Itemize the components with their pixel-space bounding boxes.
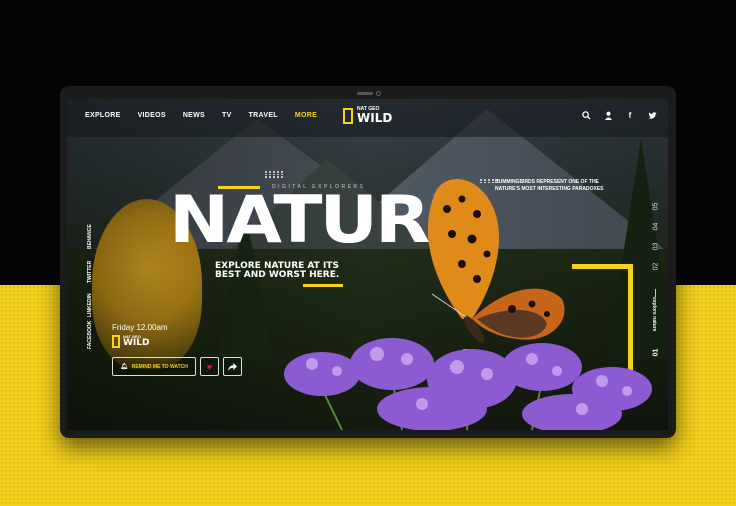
slide-number-active[interactable]: 01 xyxy=(653,347,660,359)
accent-frame-top xyxy=(572,264,633,269)
tagline-underline xyxy=(303,284,343,287)
webcam-icon xyxy=(376,91,381,96)
remind-me-label: REMIND ME TO WATCH xyxy=(131,363,188,370)
social-link-twitter[interactable]: TWITTER xyxy=(87,261,93,283)
nav-link-tv[interactable]: TV xyxy=(222,112,232,119)
logo-wordmark: NAT GEO WILD xyxy=(357,107,393,125)
webcam-bar xyxy=(357,92,373,95)
heart-icon: ♥ xyxy=(206,361,213,372)
social-link-facebook[interactable]: FACEBOOK xyxy=(87,321,93,349)
website-screen: EXPLORE VIDEOS NEWS TV TRAVEL MORE NAT G… xyxy=(67,99,668,430)
butterfly xyxy=(427,179,565,343)
share-button[interactable] xyxy=(223,357,242,376)
top-navigation: EXPLORE VIDEOS NEWS TV TRAVEL MORE NAT G… xyxy=(67,99,668,137)
dot-pattern xyxy=(265,171,284,178)
explore-nature-label[interactable]: explore nature xyxy=(651,297,657,331)
slide-indicator-line xyxy=(655,289,656,297)
bell-icon: 🔔︎ xyxy=(120,364,128,370)
social-links: BEHANCE TWITTER LINKEDIN FACEBOOK xyxy=(87,219,99,349)
facebook-icon[interactable]: f xyxy=(625,111,635,121)
logo-main-text: WILD xyxy=(357,111,393,125)
nav-link-travel[interactable]: TRAVEL xyxy=(249,112,278,119)
slide-number[interactable]: 05 xyxy=(653,201,660,213)
slide-number[interactable]: 02 xyxy=(653,261,660,273)
twitter-icon[interactable] xyxy=(647,111,657,121)
share-arrow-icon xyxy=(228,362,237,371)
nav-links: EXPLORE VIDEOS NEWS TV TRAVEL MORE xyxy=(85,112,334,119)
logo-frame-icon xyxy=(112,335,120,348)
natgeo-wild-small-logo: NAT GEO WILD xyxy=(112,335,149,348)
search-icon[interactable] xyxy=(581,111,591,121)
nav-link-videos[interactable]: VIDEOS xyxy=(138,112,166,119)
slide-number[interactable]: 04 xyxy=(653,221,660,233)
nav-link-explore[interactable]: EXPLORE xyxy=(85,112,121,119)
slide-number[interactable]: 03 xyxy=(653,241,660,253)
logo-main-text: WILD xyxy=(123,338,150,348)
social-link-behance[interactable]: BEHANCE xyxy=(87,224,93,249)
user-icon[interactable] xyxy=(603,111,613,121)
nav-icons: f xyxy=(581,111,657,121)
logo-wordmark: NAT GEO WILD xyxy=(123,335,149,348)
remind-me-button[interactable]: 🔔︎ REMIND ME TO WATCH xyxy=(112,357,196,376)
logo-frame-icon xyxy=(343,107,353,124)
nav-link-news[interactable]: NEWS xyxy=(183,112,205,119)
favorite-button[interactable]: ♥ xyxy=(200,357,219,376)
broadcast-time: Friday 12.00am xyxy=(112,323,168,332)
natgeo-wild-logo[interactable]: NAT GEO WILD xyxy=(343,107,392,124)
hero-tagline: EXPLORE NATURE AT ITS BEST AND WORST HER… xyxy=(215,261,340,281)
social-link-linkedin[interactable]: LINKEDIN xyxy=(87,293,93,317)
nav-link-more[interactable]: MORE xyxy=(295,112,317,119)
